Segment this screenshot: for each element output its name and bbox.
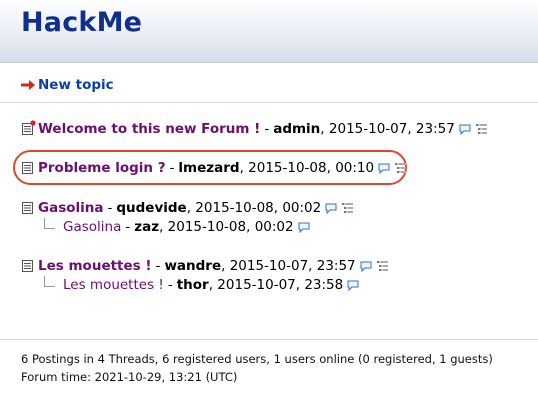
thread-author: lmezard (178, 160, 240, 176)
reply-date: 2015-10-08, 00:02 (167, 219, 294, 235)
topic-icon (22, 260, 33, 272)
thread-date: 2015-10-07, 23:57 (229, 258, 356, 274)
thread-author: admin (273, 121, 321, 137)
new-topic-label: New topic (38, 77, 114, 93)
top-divider (0, 102, 538, 103)
reply-title-link[interactable]: Les mouettes ! (63, 277, 164, 293)
comma: , (221, 258, 230, 274)
comma: , (239, 160, 249, 176)
separator: - (107, 200, 113, 216)
reply-author: zaz (134, 219, 160, 235)
thread-author: qudevide (116, 200, 187, 216)
header: HackMe (0, 0, 538, 63)
topic-icon (22, 202, 33, 214)
thread-item: Welcome to this new Forum ! - admin, 201… (22, 120, 487, 137)
footer: 6 Postings in 4 Threads, 6 registered us… (21, 350, 493, 386)
speech-bubble-icon[interactable] (360, 261, 372, 272)
forum-time: Forum time: 2021-10-29, 13:21 (UTC) (21, 370, 238, 384)
separator: - (264, 121, 270, 137)
new-post-icon (30, 120, 36, 126)
reply-branch (44, 275, 55, 287)
separator: - (155, 258, 161, 274)
topic-icon (22, 120, 36, 135)
speech-bubble-icon[interactable] (378, 163, 390, 174)
separator: - (167, 277, 173, 293)
bottom-divider (0, 339, 538, 340)
thread-date: 2015-10-08, 00:02 (195, 200, 322, 216)
speech-bubble-icon[interactable] (298, 222, 310, 233)
reply-item: Gasolina - zaz, 2015-10-08, 00:02 (44, 217, 310, 235)
new-topic-link[interactable]: New topic (21, 77, 114, 93)
thread-item: Probleme login ? - lmezard, 2015-10-08, … (22, 160, 407, 176)
thread-view-icon[interactable] (475, 124, 487, 134)
speech-bubble-icon[interactable] (325, 203, 337, 214)
separator: - (169, 160, 175, 176)
thread-title-link[interactable]: Les mouettes ! (38, 258, 152, 274)
thread-date: 2015-10-07, 23:57 (328, 121, 455, 137)
thread-title-link[interactable]: Probleme login ? (38, 160, 166, 176)
comma: , (320, 121, 329, 137)
thread-item: Les mouettes ! - wandre, 2015-10-07, 23:… (22, 258, 388, 274)
thread-date: 2015-10-08, 00:10 (248, 160, 375, 176)
site-title[interactable]: HackMe (21, 7, 142, 38)
reply-branch (44, 217, 55, 229)
comma: , (159, 219, 168, 235)
reply-date: 2015-10-07, 23:58 (217, 277, 344, 293)
arrow-right-icon (21, 80, 35, 90)
topic-icon (22, 162, 33, 174)
thread-view-icon[interactable] (342, 203, 354, 213)
thread-view-icon[interactable] (395, 163, 407, 173)
thread-title-link[interactable]: Gasolina (38, 200, 103, 216)
speech-bubble-icon[interactable] (347, 280, 359, 291)
thread-author: wandre (164, 258, 222, 274)
forum-stats: 6 Postings in 4 Threads, 6 registered us… (21, 352, 493, 366)
speech-bubble-icon[interactable] (459, 124, 471, 135)
thread-view-icon[interactable] (376, 261, 388, 271)
reply-title-link[interactable]: Gasolina (63, 219, 121, 235)
comma: , (186, 200, 196, 216)
thread-item: Gasolina - qudevide, 2015-10-08, 00:02 (22, 200, 354, 216)
separator: - (125, 219, 131, 235)
reply-item: Les mouettes ! - thor, 2015-10-07, 23:58 (44, 275, 359, 293)
comma: , (208, 277, 218, 293)
reply-author: thor (176, 277, 209, 293)
thread-title-link[interactable]: Welcome to this new Forum ! (38, 121, 260, 137)
